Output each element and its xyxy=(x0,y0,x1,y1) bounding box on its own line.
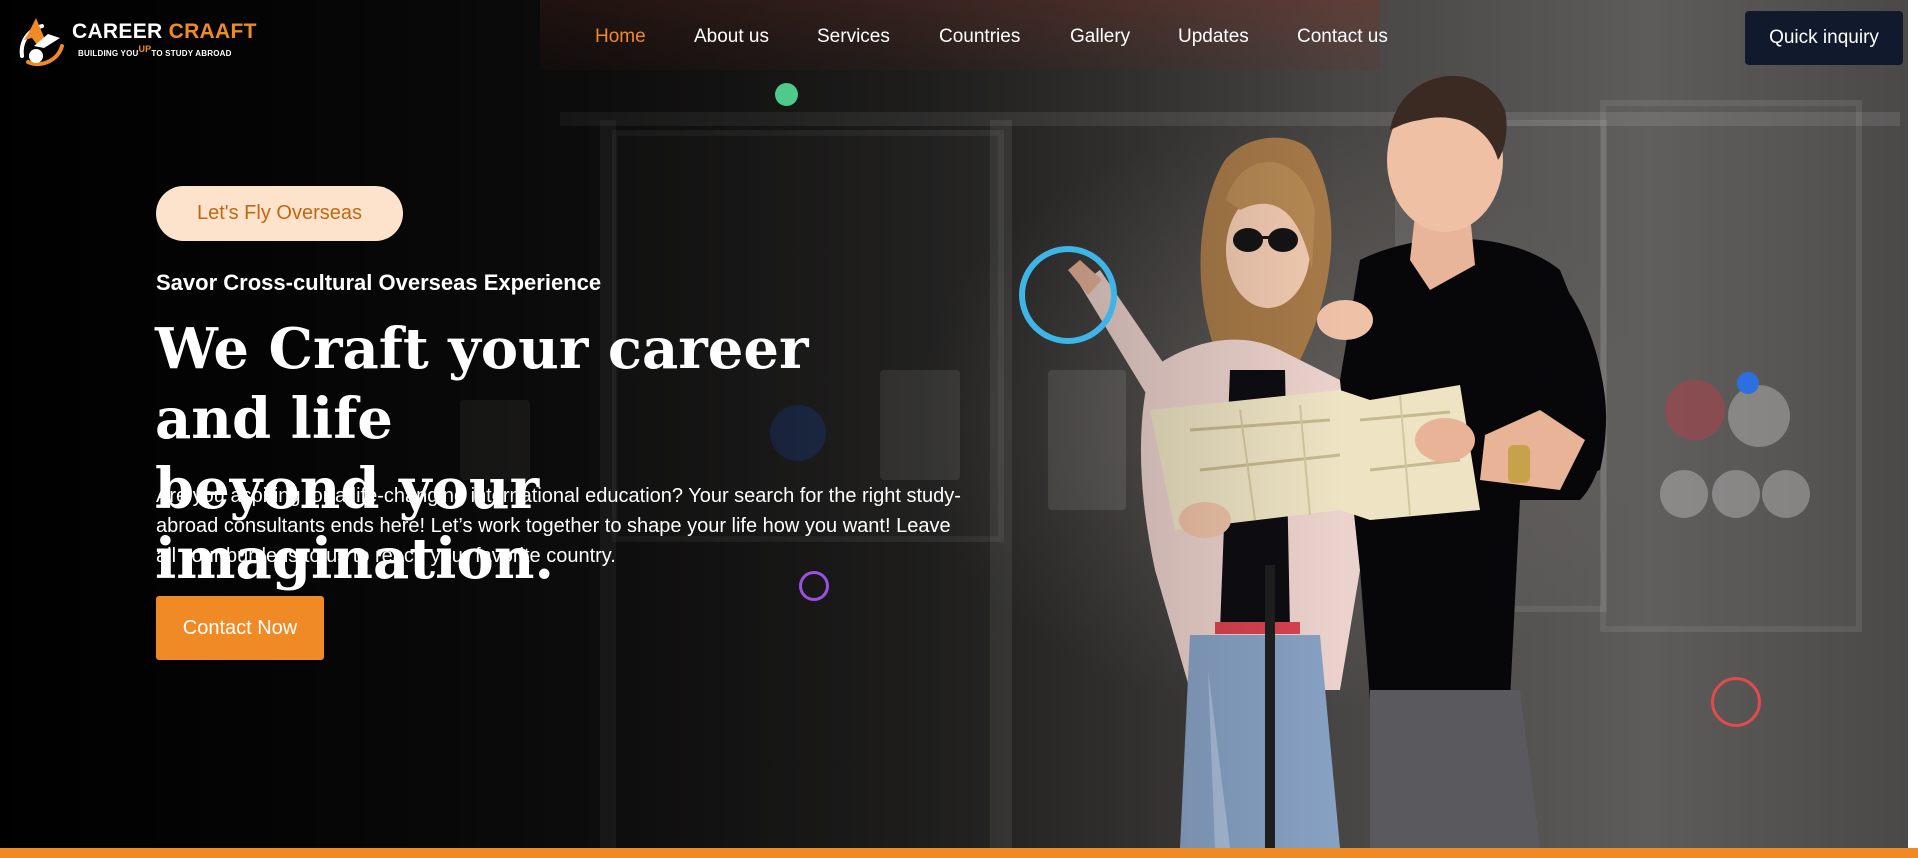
decor-blue-dot xyxy=(1737,372,1759,394)
nav-home[interactable]: Home xyxy=(595,26,646,48)
page-edge xyxy=(1908,0,1918,848)
brand-logo[interactable]: CAREER CRAAFT BUILDING YOUUPTO STUDY ABR… xyxy=(14,12,256,68)
brand-name-part2: CRAAFT xyxy=(168,20,257,43)
hero-description: Are you aspiring for a life-changing int… xyxy=(156,485,961,567)
brand-tagline: BUILDING YOUUPTO STUDY ABROAD xyxy=(78,44,232,58)
lets-fly-overseas-pill[interactable]: Let's Fly Overseas xyxy=(156,186,403,241)
accent-bottom-bar xyxy=(0,848,1918,858)
nav-countries[interactable]: Countries xyxy=(939,26,1020,48)
nav-services[interactable]: Services xyxy=(817,26,890,48)
decor-red-ring xyxy=(1711,677,1761,727)
tagline-after: TO STUDY ABROAD xyxy=(151,49,232,58)
nav-contact-us[interactable]: Contact us xyxy=(1297,26,1388,48)
tagline-before: BUILDING YOU xyxy=(78,49,139,58)
nav-gallery[interactable]: Gallery xyxy=(1070,26,1130,48)
hero-headline-line1: We Craft your career and life xyxy=(155,316,809,452)
airplane-globe-icon xyxy=(19,18,64,66)
tagline-up: UP xyxy=(138,44,152,54)
nav-about-us[interactable]: About us xyxy=(694,26,769,48)
nav-updates[interactable]: Updates xyxy=(1178,26,1249,48)
brand-name: CAREER CRAAFT xyxy=(72,20,257,44)
contact-now-button[interactable]: Contact Now xyxy=(156,596,324,660)
hero-subheading: Savor Cross-cultural Overseas Experience xyxy=(156,270,602,295)
decor-cyan-ring xyxy=(1019,246,1117,344)
decor-green-dot xyxy=(775,83,798,106)
brand-name-part1: CAREER xyxy=(72,20,163,43)
quick-inquiry-button[interactable]: Quick inquiry xyxy=(1745,11,1903,65)
